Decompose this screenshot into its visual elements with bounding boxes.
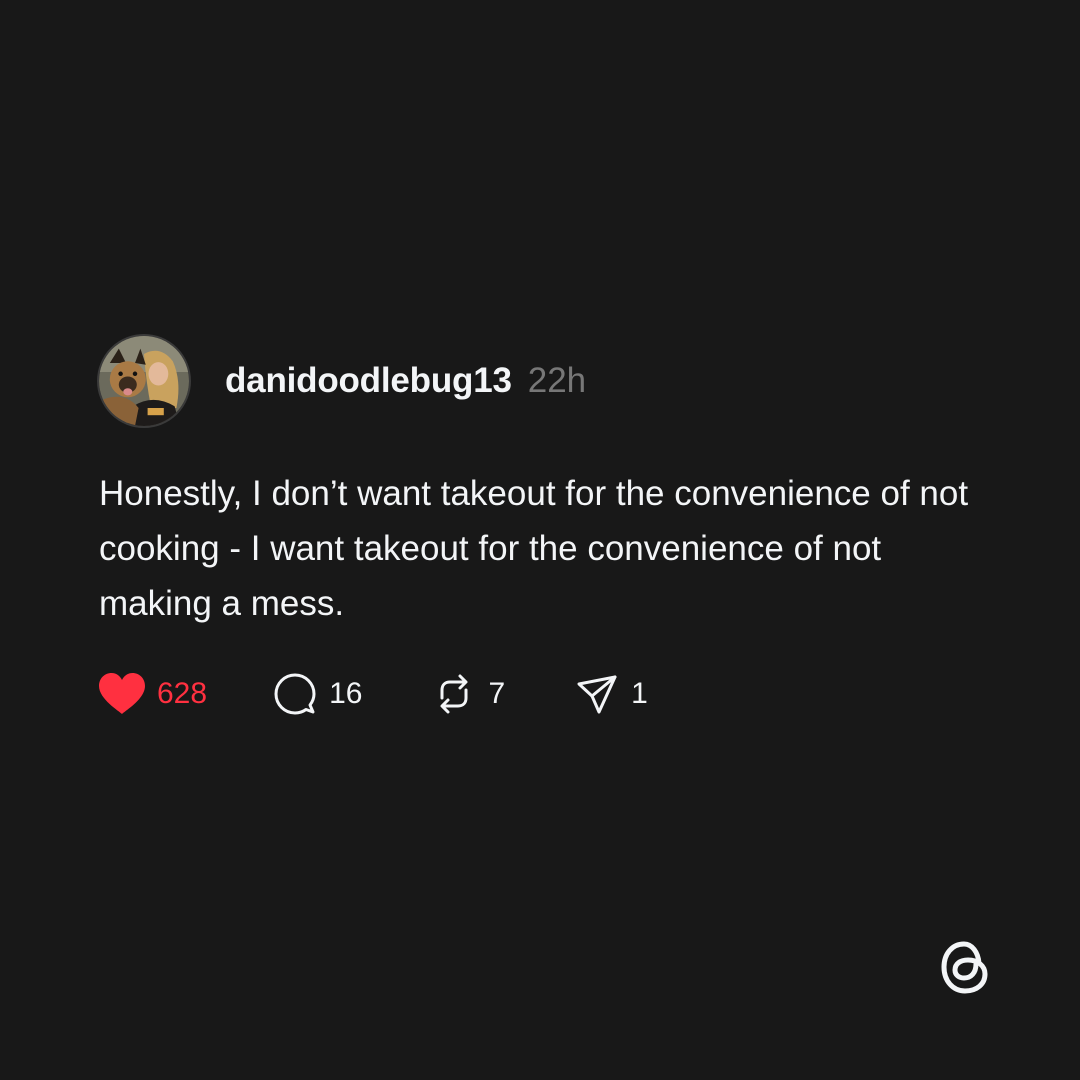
paper-plane-icon [577, 675, 617, 714]
share-button[interactable]: 1 [575, 672, 648, 716]
avatar[interactable] [97, 334, 191, 428]
avatar-photo [99, 336, 189, 426]
like-button[interactable]: 628 [97, 672, 207, 716]
repost-count: 7 [488, 677, 506, 710]
reply-button[interactable]: 16 [273, 672, 362, 716]
reply-count: 16 [329, 677, 363, 710]
post-timestamp: 22h [527, 361, 587, 400]
post-text: Honestly, I don’t want takeout for the c… [99, 474, 969, 623]
speech-bubble-icon [274, 673, 316, 715]
like-count: 628 [157, 677, 208, 710]
share-count: 1 [631, 677, 648, 710]
post-header: danidoodlebug13 22h [97, 332, 977, 430]
post-actions: 628 16 7 1 [97, 669, 977, 719]
post-card: danidoodlebug13 22h Honestly, I don’t wa… [97, 332, 977, 719]
threads-logo-icon [934, 936, 996, 998]
username[interactable]: danidoodlebug13 [225, 361, 512, 401]
repost-button[interactable]: 7 [432, 672, 505, 716]
heart-icon [99, 673, 145, 714]
repost-arrows-icon [440, 674, 468, 714]
